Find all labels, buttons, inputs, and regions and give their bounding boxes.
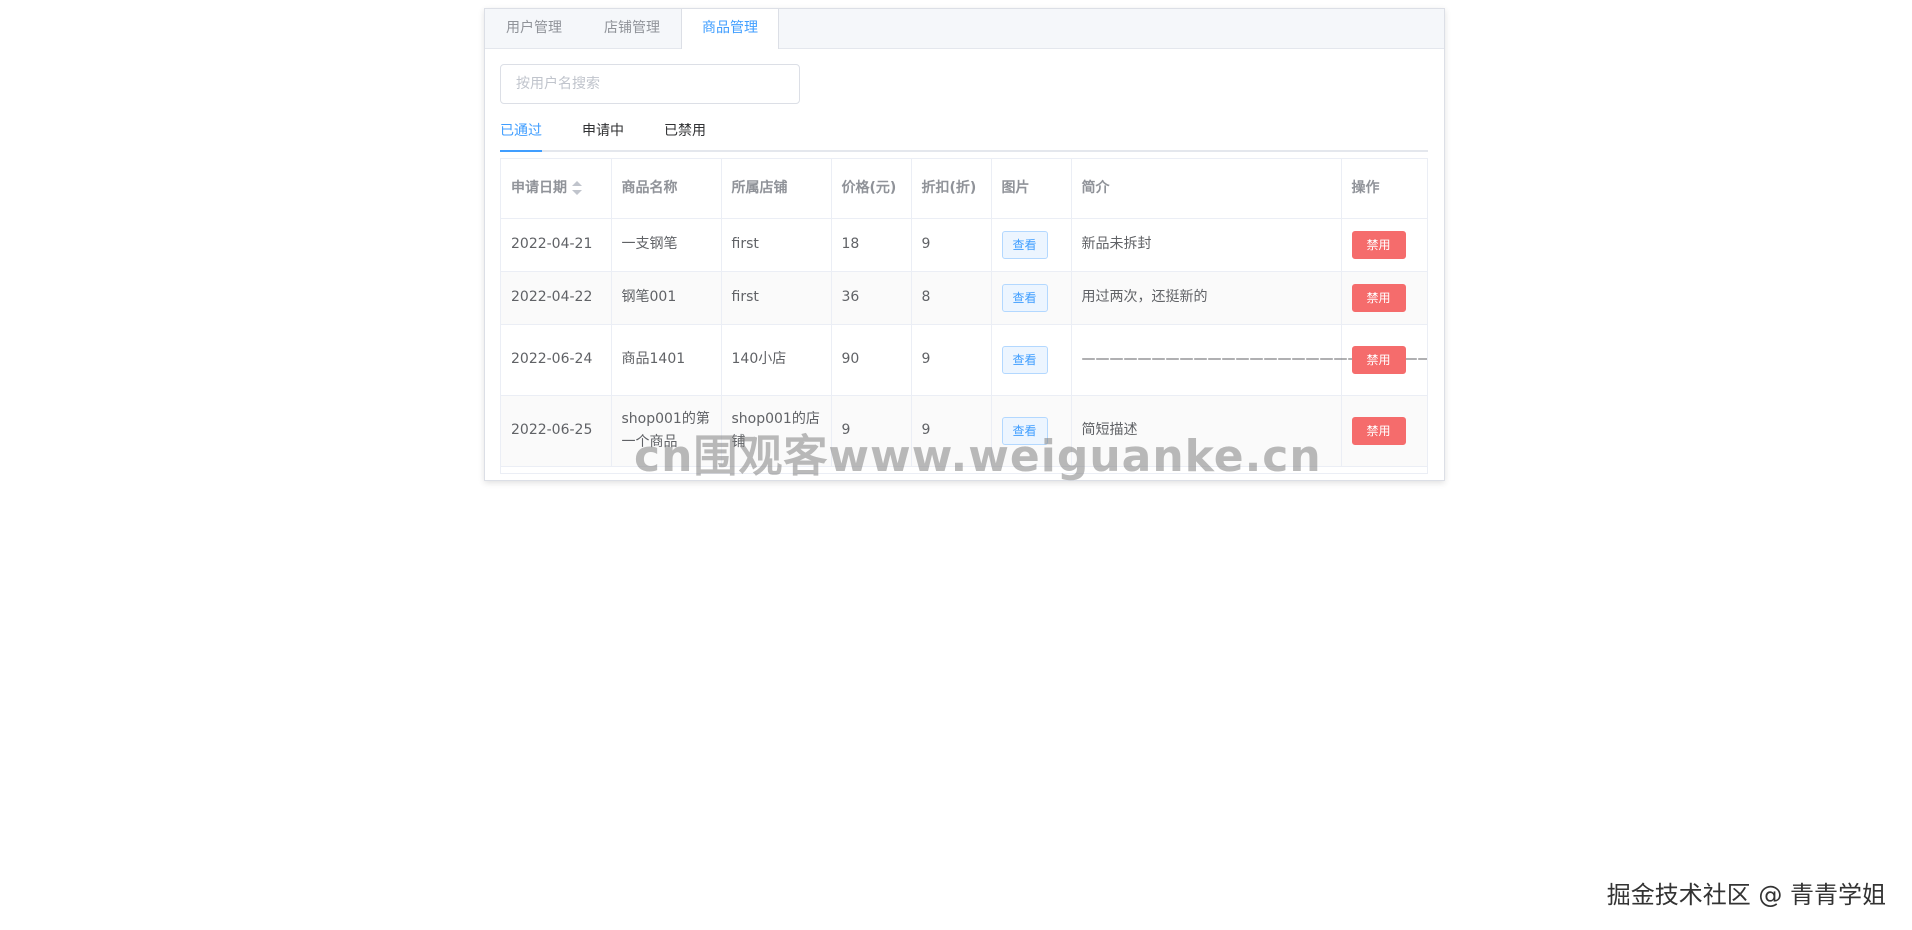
tab-product-management[interactable]: 商品管理	[681, 9, 779, 49]
credit-text: 掘金技术社区 @ 青青学姐	[1606, 881, 1886, 909]
ban-button[interactable]: 禁用	[1351, 416, 1406, 445]
tab-pending[interactable]: 申请中	[582, 112, 624, 150]
cell-discount: 9	[911, 218, 992, 272]
ban-button[interactable]: 禁用	[1351, 345, 1406, 374]
cell-name: 一支钢笔	[611, 218, 722, 272]
top-tab-bar: 用户管理 店铺管理 商品管理	[485, 9, 1444, 49]
header-date[interactable]: 申请日期	[501, 159, 612, 219]
ban-button[interactable]: 禁用	[1351, 230, 1406, 259]
table-row: 2022-06-24 商品1401 140小店 90 9 查看 ————————…	[501, 324, 1427, 396]
cell-date: 2022-06-25	[501, 395, 612, 467]
search-input[interactable]	[500, 64, 800, 104]
table-row: 2022-04-21 一支钢笔 first 18 9 查看 新品未拆封 禁用	[501, 218, 1427, 272]
cell-intro: ——————————————————————————	[1071, 324, 1427, 396]
view-image-button[interactable]: 查看	[1001, 345, 1048, 374]
sort-caret-icon[interactable]	[572, 180, 582, 195]
cell-price: 18	[831, 218, 912, 272]
cell-discount: 8	[911, 271, 992, 325]
cell-date: 2022-04-22	[501, 271, 612, 325]
cell-price: 90	[831, 324, 912, 396]
table-header-row: 申请日期 商品名称 所属店铺 价格(元) 折扣(折) 图片 简介 操作	[501, 159, 1427, 219]
view-image-button[interactable]: 查看	[1001, 283, 1048, 312]
cell-image: 查看	[991, 271, 1072, 325]
cell-date: 2022-06-24	[501, 324, 612, 396]
cell-action: 禁用	[1341, 218, 1427, 272]
tab-user-management[interactable]: 用户管理	[485, 9, 583, 48]
header-shop: 所属店铺	[721, 159, 832, 219]
tab-shop-management[interactable]: 店铺管理	[583, 9, 681, 48]
cell-name: 商品1401	[611, 324, 722, 396]
header-action: 操作	[1341, 159, 1427, 219]
table-row: 2022-04-22 钢笔001 first 36 8 查看 用过两次，还挺新的…	[501, 271, 1427, 325]
ban-button[interactable]: 禁用	[1351, 283, 1406, 312]
cell-shop: 140小店	[721, 324, 832, 396]
cell-shop: first	[721, 218, 832, 272]
cell-discount: 9	[911, 324, 992, 396]
cell-image: 查看	[991, 324, 1072, 396]
header-name: 商品名称	[611, 159, 722, 219]
cell-image: 查看	[991, 218, 1072, 272]
cell-price: 36	[831, 271, 912, 325]
header-intro: 简介	[1071, 159, 1342, 219]
tab-approved[interactable]: 已通过	[500, 112, 542, 152]
view-image-button[interactable]: 查看	[1001, 230, 1048, 259]
product-management-card: 用户管理 店铺管理 商品管理 已通过 申请中 已禁用 申请日期 商品名称 所属店…	[484, 8, 1445, 481]
status-tab-bar: 已通过 申请中 已禁用	[500, 112, 1428, 152]
cell-intro: 新品未拆封	[1071, 218, 1342, 272]
header-discount: 折扣(折)	[911, 159, 992, 219]
cell-shop: first	[721, 271, 832, 325]
cell-action: 禁用	[1341, 271, 1427, 325]
watermark-text: cn围观客www.weiguanke.cn	[634, 431, 1322, 482]
tab-banned[interactable]: 已禁用	[664, 112, 706, 150]
header-price: 价格(元)	[831, 159, 912, 219]
cell-intro: 用过两次，还挺新的	[1071, 271, 1342, 325]
header-image: 图片	[991, 159, 1072, 219]
cell-name: 钢笔001	[611, 271, 722, 325]
cell-date: 2022-04-21	[501, 218, 612, 272]
cell-action: 禁用	[1341, 395, 1427, 467]
